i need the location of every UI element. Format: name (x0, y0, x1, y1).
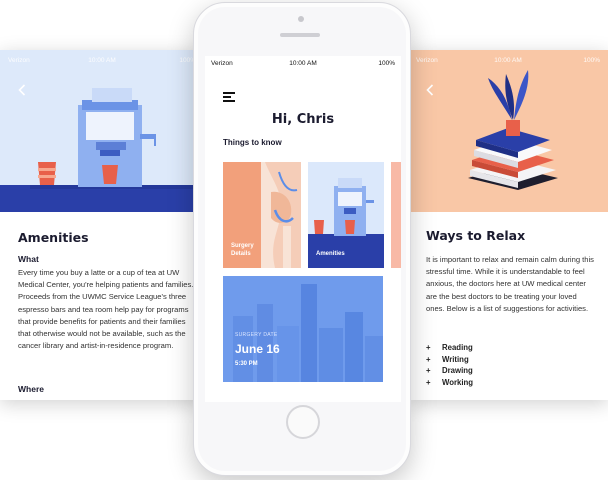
section-heading-where: Where (18, 384, 44, 394)
bullet-marker: + (426, 366, 431, 375)
bullet-marker: + (426, 354, 431, 364)
amenities-description: Every time you buy a latte or a cup of t… (18, 268, 194, 351)
phone-frame: Verizon 10:00 AM 100% Hi, Chris Things t… (193, 2, 411, 476)
amenities-hero-illustration (0, 50, 204, 212)
espresso-machine-illustration (0, 88, 204, 212)
tile-label: Surgery Details (231, 243, 254, 257)
relax-hero-illustration (408, 50, 608, 212)
status-bar: Verizon 10:00 AM 100% (8, 57, 196, 67)
chevron-left-icon (426, 84, 434, 96)
speaker-grille (280, 33, 320, 37)
books-plant-illustration (468, 70, 558, 190)
clock-label: 10:00 AM (88, 57, 116, 64)
list-item: + Working (426, 377, 474, 387)
clock-label: 10:00 AM (494, 57, 522, 64)
surgery-date-card[interactable]: SURGERY DATE June 16 5:30 PM (223, 276, 383, 382)
home-button[interactable] (286, 405, 320, 439)
page-title: Amenities (18, 230, 89, 245)
amenities-card[interactable]: Amenities (308, 162, 384, 268)
surgery-time-value: 5:30 PM (235, 361, 258, 367)
greeting-title: Hi, Chris (271, 112, 335, 127)
amenities-screen: Verizon 10:00 AM 100% Amenities What Eve… (0, 50, 204, 400)
status-bar: Verizon 10:00 AM 100% (416, 57, 600, 67)
hamburger-menu-icon[interactable] (223, 92, 235, 102)
chevron-left-icon (18, 84, 26, 96)
surgery-details-card[interactable]: Surgery Details (223, 162, 301, 268)
next-card-peek[interactable] (391, 162, 401, 268)
surgery-date-caption: SURGERY DATE (235, 332, 278, 338)
status-bar: Verizon 10:00 AM 100% (211, 60, 395, 70)
relax-description: It is important to relax and remain calm… (426, 255, 594, 313)
tile-label: Amenities (316, 251, 345, 257)
page-title: Ways to Relax (426, 228, 526, 243)
battery-label: 100% (583, 57, 600, 64)
front-camera (298, 16, 304, 22)
bullet-marker: + (426, 343, 431, 352)
surgery-date-value: June 16 (235, 342, 280, 356)
clock-label: 10:00 AM (289, 60, 317, 67)
home-screen: Verizon 10:00 AM 100% Hi, Chris Things t… (205, 56, 401, 402)
app-showcase: Verizon 10:00 AM 100% Amenities What Eve… (0, 0, 608, 480)
battery-label: 100% (378, 60, 395, 67)
list-item: + Reading (426, 343, 473, 352)
section-heading-what: What (18, 254, 39, 264)
back-button[interactable] (18, 84, 26, 96)
bullet-marker: + (426, 377, 431, 387)
list-item: + Drawing (426, 366, 473, 375)
section-title: Things to know (223, 138, 282, 147)
activity-list: + Reading + Writing + Drawing + Working (426, 342, 473, 388)
back-button[interactable] (426, 84, 434, 96)
ways-to-relax-screen: Verizon 10:00 AM 100% Ways to Relax It i… (408, 50, 608, 400)
list-item: + Writing (426, 354, 469, 364)
